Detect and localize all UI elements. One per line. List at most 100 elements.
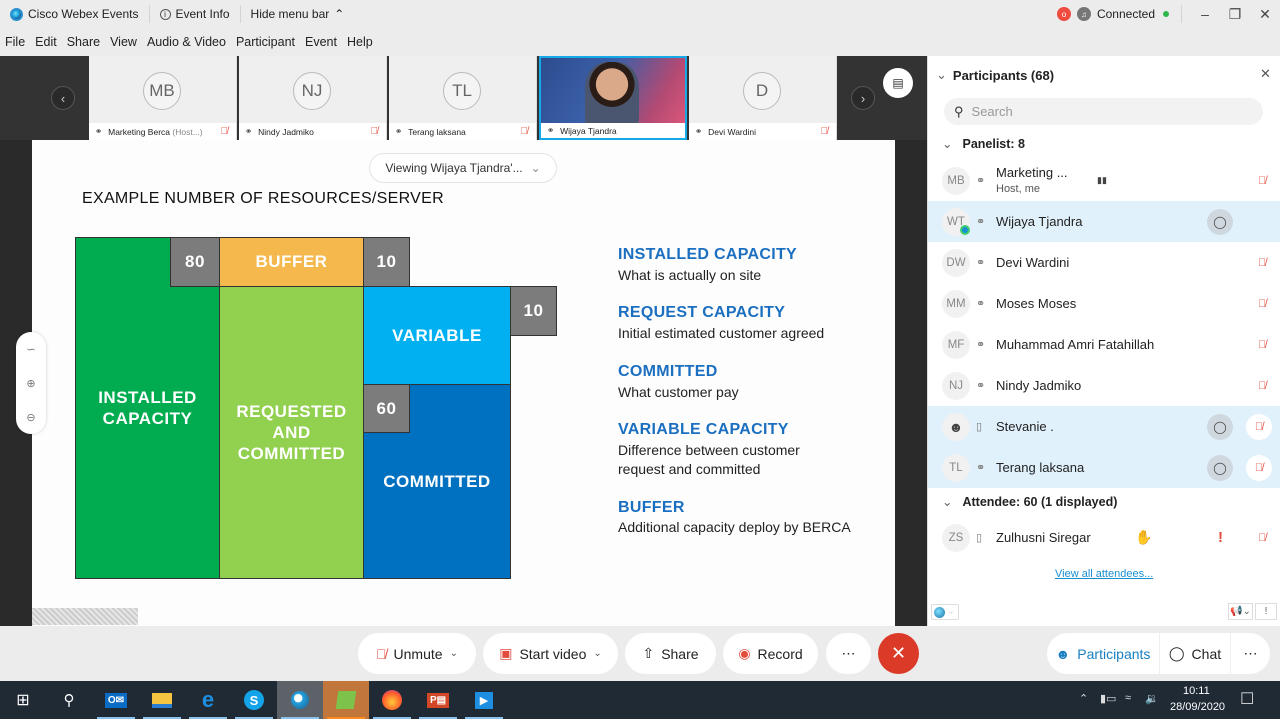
mic-muted-icon[interactable]: 🎙̸ <box>1258 257 1266 269</box>
block-buffer: BUFFER <box>219 237 364 287</box>
start-video-button[interactable]: ▣ Start video ⌄ <box>483 633 618 674</box>
layout-toggle-button[interactable]: ▤ <box>883 68 913 98</box>
panelist-section-header[interactable]: ⌄ Panelist: 8 <box>942 136 1025 152</box>
start-button[interactable]: ⊞ <box>0 681 46 719</box>
block-requested-committed: REQUESTED AND COMMITTED <box>219 286 364 579</box>
participant-name: Marketing ... <box>996 165 1068 180</box>
mic-muted-icon[interactable]: 🎙̸ <box>1258 380 1266 392</box>
participant-row[interactable]: MM ⚭ Moses Moses 🎙̸ <box>928 283 1280 324</box>
participant-row[interactable]: DW ⚭ Devi Wardini 🎙̸ <box>928 242 1280 283</box>
menu-share[interactable]: Share <box>62 35 105 49</box>
chat-button[interactable]: ◯ <box>1207 454 1233 481</box>
unmute-button[interactable]: 🎙̸ Unmute ⌄ <box>358 633 476 674</box>
mic-muted-icon[interactable]: 🎙̸ <box>1258 339 1266 351</box>
taskbar-webex[interactable] <box>277 681 323 719</box>
mic-muted-icon[interactable]: 🎙̸ <box>1258 532 1266 544</box>
viewing-dropdown[interactable]: Viewing Wijaya Tjandra'... ⌄ <box>369 153 557 183</box>
filmstrip-next-button[interactable]: › <box>851 86 875 110</box>
annotate-pen-icon[interactable]: ∽ <box>26 343 35 356</box>
wifi-icon[interactable]: ≈ <box>1125 692 1131 704</box>
phone-icon: ▯ <box>976 532 983 544</box>
menu-file[interactable]: File <box>0 35 30 49</box>
zoom-out-icon[interactable]: ⊖ <box>26 411 35 424</box>
mic-muted-icon: 🎙̸ <box>220 126 229 137</box>
participant-row[interactable]: ZS ▯ Zulhusni Siregar ✋ ! 🎙̸ <box>928 517 1280 558</box>
taskbar-edge[interactable]: e <box>185 681 231 719</box>
alert-panel-button[interactable]: ! <box>1255 603 1277 620</box>
mic-muted-button[interactable]: 🎙̸ <box>1246 454 1272 481</box>
video-tile-active[interactable]: ⚭ Wijaya Tjandra <box>539 56 687 140</box>
mic-muted-button[interactable]: 🎙̸ <box>1246 413 1272 440</box>
taskbar-powerpoint[interactable]: P▤ <box>415 681 461 719</box>
taskbar-video-app[interactable]: ▶ <box>461 681 507 719</box>
chat-toggle-button[interactable]: ◯ Chat <box>1159 633 1230 674</box>
menu-edit[interactable]: Edit <box>30 35 62 49</box>
volume-icon[interactable]: 🔉 <box>1145 692 1159 705</box>
view-all-attendees-link[interactable]: View all attendees... <box>1055 568 1153 580</box>
announce-button[interactable]: 📢⌄ <box>1228 603 1253 620</box>
panel-more-button[interactable]: ⋯ <box>1230 633 1270 674</box>
participant-name: Zulhusni Siregar <box>996 530 1091 545</box>
show-hidden-icons[interactable]: ⌃ <box>1079 692 1088 705</box>
restore-button[interactable]: ❐ <box>1220 6 1250 23</box>
chat-button[interactable]: ◯ <box>1207 208 1233 235</box>
participant-name: Nindy Jadmiko <box>258 126 314 137</box>
webex-assistant-button[interactable]: → <box>931 604 959 620</box>
chevron-down-icon: ⌄ <box>530 161 541 175</box>
attendee-section-header[interactable]: ⌄ Attendee: 60 (1 displayed) <box>942 494 1117 510</box>
video-tile[interactable]: NJ ⚭ Nindy Jadmiko 🎙̸ <box>239 56 387 140</box>
panel-header[interactable]: ⌄ Participants (68) <box>936 67 1054 83</box>
clock-time[interactable]: 10:11 <box>1183 685 1210 697</box>
event-info-button[interactable]: i Event Info <box>150 5 240 23</box>
close-icon: ✕ <box>890 643 907 663</box>
mic-muted-icon[interactable]: 🎙̸ <box>1258 175 1266 187</box>
block-variable: VARIABLE <box>363 286 511 385</box>
zoom-in-icon[interactable]: ⊕ <box>26 377 35 390</box>
clock-date[interactable]: 28/09/2020 <box>1170 701 1225 713</box>
menu-event[interactable]: Event <box>300 35 342 49</box>
minimize-button[interactable]: – <box>1190 6 1220 22</box>
hide-menu-bar-button[interactable]: Hide menu bar ⌃ <box>241 5 355 23</box>
avatar: TL <box>443 72 481 110</box>
participant-row[interactable]: TL ⚭ Terang laksana ◯ 🎙̸ <box>928 447 1280 488</box>
taskbar-file-explorer[interactable] <box>139 681 185 719</box>
chat-button[interactable]: ◯ <box>1207 413 1233 440</box>
headset-icon: ⚭ <box>976 380 986 392</box>
participant-search-input[interactable]: ⚲ Search <box>944 98 1263 125</box>
menu-audio-video[interactable]: Audio & Video <box>142 35 231 49</box>
video-tile[interactable]: MB ⚭ Marketing Berca (Host...) 🎙̸ <box>89 56 237 140</box>
participants-toggle-button[interactable]: ☻ Participants <box>1047 633 1159 674</box>
participant-row[interactable]: ☻ ▯ Stevanie . ◯ 🎙̸ <box>928 406 1280 447</box>
scrollbar-thumb[interactable] <box>32 608 138 625</box>
participant-row[interactable]: MF ⚭ Muhammad Amri Fatahillah 🎙̸ <box>928 324 1280 365</box>
leave-meeting-button[interactable]: ✕ <box>878 633 919 674</box>
participant-row[interactable]: NJ ⚭ Nindy Jadmiko 🎙̸ <box>928 365 1280 406</box>
webex-icon <box>291 691 309 709</box>
battery-icon[interactable]: ▮▭ <box>1100 692 1116 705</box>
video-tile[interactable]: D ⚭ Devi Wardini 🎙̸ <box>689 56 837 140</box>
menu-participant[interactable]: Participant <box>231 35 300 49</box>
participant-row[interactable]: MB ⚭ Marketing ... Host, me ▮▮ 🎙̸ <box>928 160 1280 201</box>
close-button[interactable]: ✕ <box>1250 6 1280 23</box>
taskbar-app[interactable] <box>323 681 369 719</box>
more-options-button[interactable]: ⋯ <box>826 633 871 674</box>
mic-muted-icon[interactable]: 🎙̸ <box>1258 298 1266 310</box>
chevron-down-icon: ⌄ <box>936 67 947 82</box>
share-button[interactable]: ⇧ Share <box>625 633 716 674</box>
taskbar-skype[interactable]: S <box>231 681 277 719</box>
taskbar-firefox[interactable] <box>369 681 415 719</box>
taskbar-outlook[interactable]: O✉ <box>93 681 139 719</box>
menu-view[interactable]: View <box>105 35 142 49</box>
filmstrip-prev-button[interactable]: ‹ <box>51 86 75 110</box>
avatar: MF <box>942 330 970 359</box>
audio-icon[interactable]: ♫ <box>1076 7 1091 21</box>
avatar: MB <box>942 166 970 195</box>
close-panel-icon[interactable]: ✕ <box>1260 66 1271 82</box>
taskbar-search-button[interactable]: ⚲ <box>46 681 92 719</box>
notifications-icon[interactable]: ☐ <box>1240 689 1254 709</box>
record-button[interactable]: ◉ Record <box>723 633 818 674</box>
participant-row[interactable]: WT ⚭ Wijaya Tjandra ◯ <box>928 201 1280 242</box>
video-tile[interactable]: TL ⚭ Terang laksana 🎙̸ <box>389 56 537 140</box>
record-indicator-icon[interactable]: o <box>1056 7 1071 21</box>
menu-help[interactable]: Help <box>342 35 378 49</box>
